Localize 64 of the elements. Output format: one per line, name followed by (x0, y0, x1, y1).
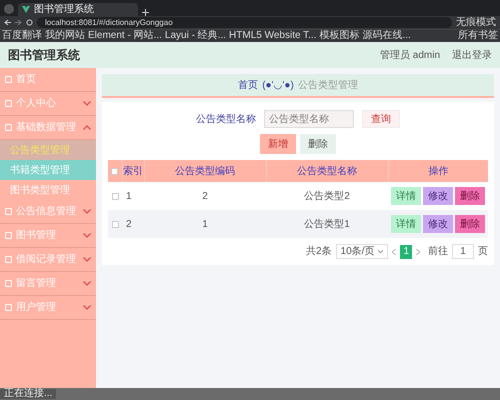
back-icon[interactable] (4, 19, 11, 26)
column-header: 操作 (388, 160, 488, 182)
app-title: 图书管理系统 (8, 47, 80, 64)
search-button[interactable]: 查询 (362, 110, 400, 128)
chevron-left-icon[interactable] (392, 248, 396, 254)
column-header: 索引 (122, 160, 144, 182)
browser-tab[interactable]: 图书管理系统 (18, 3, 138, 16)
breadcrumb-item[interactable]: 首页 (238, 78, 258, 92)
address-bar[interactable]: localhost:8081/#/dictionaryGonggao (37, 17, 452, 28)
edit-button[interactable]: 修改 (423, 187, 453, 205)
tab-title: 图书管理系统 (34, 4, 94, 14)
reload-icon[interactable] (26, 19, 33, 26)
search-field[interactable]: 公告类型名称 (264, 110, 354, 128)
bookmark[interactable]: HTML5 Website T... (229, 31, 316, 41)
chevron-down-icon (378, 250, 384, 253)
table-cell: 2 (144, 182, 266, 210)
goto-label: 前往 (428, 244, 448, 259)
row-checkbox[interactable] (112, 220, 118, 228)
chevron-right-icon[interactable] (416, 248, 420, 254)
logout-link[interactable]: 退出登录 (452, 48, 492, 62)
table-cell: 1 (122, 182, 144, 210)
edit-button[interactable]: 修改 (423, 215, 453, 233)
bookmark[interactable]: 所有书签 (458, 31, 498, 41)
page-size-select[interactable]: 10条/页 (336, 244, 388, 259)
table-cell: 2 (122, 210, 144, 238)
square-icon (5, 100, 12, 107)
total-count: 共2条 (306, 244, 332, 259)
plus-icon[interactable] (142, 9, 149, 16)
forward-icon[interactable] (15, 19, 22, 26)
breadcrumb-item: (●'◡'●) (262, 78, 294, 92)
square-icon (5, 304, 12, 311)
vue-logo-icon (22, 6, 30, 13)
add-button[interactable]: 新增 (260, 134, 296, 154)
breadcrumb-item: 公告类型管理 (298, 78, 358, 92)
user-label: 管理员 admin (380, 48, 440, 62)
page-input[interactable]: 1 (452, 244, 474, 259)
square-icon (5, 76, 12, 83)
square-icon (5, 280, 12, 287)
detail-button[interactable]: 详情 (391, 187, 421, 205)
bookmark[interactable]: 源码在线... (362, 31, 411, 41)
page-unit-label: 页 (478, 245, 488, 259)
bookmark[interactable]: Element - 网站... (88, 31, 162, 41)
delete-button[interactable]: 删除 (455, 215, 485, 233)
detail-button[interactable]: 详情 (391, 215, 421, 233)
column-header: 公告类型名称 (266, 160, 388, 182)
bookmark[interactable]: 我的网站 (45, 31, 85, 41)
browser-menu-icon[interactable] (4, 4, 14, 14)
profile-label[interactable]: 无痕模式 (456, 18, 496, 28)
delete-button[interactable]: 删除 (455, 187, 485, 205)
square-icon (5, 124, 12, 131)
table-cell: 公告类型1 (266, 210, 388, 238)
column-header: 公告类型编码 (144, 160, 266, 182)
square-icon (5, 208, 12, 215)
select-all-checkbox[interactable] (111, 168, 118, 174)
bookmark[interactable]: Layui - 经典... (164, 31, 226, 41)
row-checkbox[interactable] (112, 192, 118, 200)
field-label: 公告类型名称 (196, 112, 256, 126)
bookmark[interactable]: 模板图标 (319, 31, 360, 41)
square-icon (5, 256, 12, 263)
status-text: 正在连接... (0, 389, 56, 399)
table-cell: 公告类型2 (266, 182, 388, 210)
delete-button[interactable]: 删除 (300, 134, 336, 154)
square-icon (5, 232, 12, 239)
table-cell: 1 (144, 210, 266, 238)
